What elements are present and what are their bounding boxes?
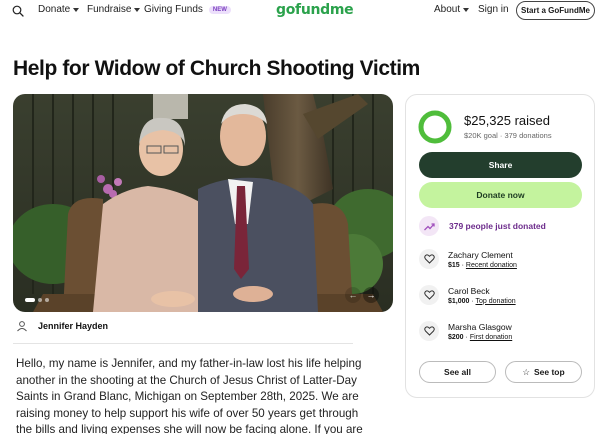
start-gofundme-button[interactable]: Start a GoFundMe [516, 1, 595, 20]
donor-meta: $15 · Recent donation [448, 262, 517, 269]
top-nav: Donate Fundraise Giving Funds NEW gofund… [0, 0, 600, 22]
star-icon: ☆ [522, 366, 530, 377]
organizer-row[interactable]: Jennifer Hayden [16, 320, 108, 332]
carousel-dot[interactable] [25, 298, 35, 302]
see-all-button[interactable]: See all [419, 361, 496, 383]
amount-raised: $25,325 raised [464, 113, 551, 128]
goal-and-donations: $20K goal · 379 donations [464, 131, 552, 140]
divider [13, 343, 353, 344]
donor-label-link[interactable]: First donation [470, 334, 512, 341]
donor-label-link[interactable]: Top donation [476, 298, 516, 305]
donate-now-button[interactable]: Donate now [419, 182, 582, 208]
giving-funds-link[interactable]: Giving Funds NEW [144, 4, 231, 15]
new-badge: NEW [208, 5, 231, 14]
share-button[interactable]: Share [419, 152, 582, 178]
see-top-button[interactable]: ☆ See top [505, 361, 582, 383]
trending-text: 379 people just donated [449, 221, 546, 231]
recent-donations-trend: 379 people just donated [419, 216, 546, 236]
donor-amount: $15 [448, 261, 460, 269]
donate-menu[interactable]: Donate [38, 4, 80, 15]
search-icon[interactable] [12, 5, 24, 17]
heart-hand-icon [419, 321, 439, 341]
carousel-prev-button[interactable]: ← [345, 287, 361, 303]
arrow-left-icon: ← [348, 290, 358, 300]
donor-amount: $1,000 [448, 297, 470, 305]
donor-meta: $200 · First donation [448, 334, 512, 341]
donate-menu-label: Donate [38, 4, 71, 15]
donor-name: Carol Beck [448, 285, 490, 296]
page-title: Help for Widow of Church Shooting Victim [13, 57, 420, 80]
donor-name: Zachary Clement [448, 249, 513, 260]
heart-hand-icon [419, 285, 439, 305]
carousel-next-button[interactable]: → [363, 287, 379, 303]
donor-amount: $200 [448, 333, 464, 341]
couple-photo-image [13, 94, 393, 312]
fundraise-menu[interactable]: Fundraise [87, 4, 141, 15]
donor-item: Zachary Clement $15 · Recent donation [419, 249, 517, 269]
progress-ring [418, 110, 452, 144]
campaign-photo[interactable]: ← → [13, 94, 393, 312]
see-top-label: See top [533, 367, 565, 377]
carousel-dot[interactable] [38, 298, 42, 302]
fundraise-menu-label: Fundraise [87, 4, 132, 15]
donation-card: $25,325 raised $20K goal · 379 donations… [405, 94, 595, 398]
about-menu[interactable]: About [434, 4, 470, 15]
donor-item: Marsha Glasgow $200 · First donation [419, 321, 512, 341]
organizer-name: Jennifer Hayden [38, 321, 109, 331]
sign-in-link[interactable]: Sign in [478, 4, 509, 15]
donor-info: Zachary Clement $15 · Recent donation [448, 250, 517, 269]
donation-count: 379 donations [504, 131, 552, 140]
donor-meta: $1,000 · Top donation [448, 298, 516, 305]
donor-info: Marsha Glasgow $200 · First donation [448, 322, 512, 341]
goal-amount: $20K goal [464, 131, 498, 140]
carousel-dot[interactable] [45, 298, 49, 302]
carousel-indicators[interactable] [25, 298, 49, 302]
about-menu-label: About [434, 4, 461, 15]
gofundme-logo[interactable]: gofundme [276, 2, 354, 18]
trending-up-icon [419, 216, 439, 236]
campaign-story: Hello, my name is Jennifer, and my fathe… [16, 357, 363, 434]
giving-funds-label: Giving Funds [144, 4, 203, 15]
chevron-down-icon [134, 8, 141, 12]
arrow-right-icon: → [366, 290, 376, 300]
chevron-down-icon [463, 8, 470, 12]
user-icon [17, 321, 27, 332]
donor-name: Marsha Glasgow [448, 321, 512, 332]
donor-label-link[interactable]: Recent donation [466, 262, 517, 269]
chevron-down-icon [73, 8, 80, 12]
heart-hand-icon [419, 249, 439, 269]
donor-info: Carol Beck $1,000 · Top donation [448, 286, 516, 305]
donor-item: Carol Beck $1,000 · Top donation [419, 285, 516, 305]
